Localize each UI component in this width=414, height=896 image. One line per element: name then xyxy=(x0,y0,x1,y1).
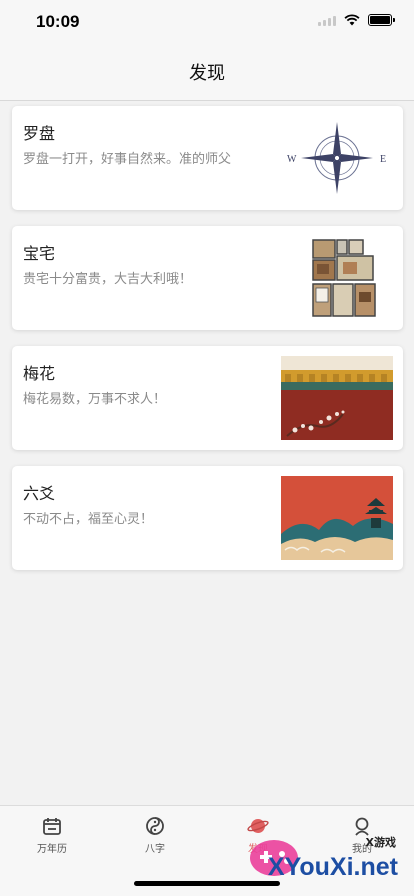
card-description: 不动不占，福至心灵！ xyxy=(23,512,154,527)
card-description: 梅花易数，万事不求人！ xyxy=(23,392,167,407)
signal-icon xyxy=(318,15,336,26)
status-time: 10:09 xyxy=(36,12,80,31)
card-liuyao[interactable]: 六爻 不动不占，福至心灵！ xyxy=(12,466,403,570)
card-description: 贵宅十分富贵，大吉大利哦！ xyxy=(23,272,193,287)
home-indicator xyxy=(134,881,280,886)
compass-label-w: W xyxy=(287,154,297,165)
tab-label: 八字 xyxy=(145,844,165,855)
landscape-image xyxy=(281,476,393,560)
card-title: 梅花 xyxy=(23,364,56,383)
card-title: 罗盘 xyxy=(23,124,56,143)
tab-calendar[interactable]: 万年历 xyxy=(12,816,92,855)
card-compass[interactable]: 罗盘 罗盘一打开，好事自然来。准的师父 W E xyxy=(12,106,403,210)
tab-label: 万年历 xyxy=(37,844,67,855)
palace-wall-image xyxy=(281,356,393,440)
card-title: 宝宅 xyxy=(23,244,56,263)
status-icons xyxy=(318,14,395,26)
compass-label-e: E xyxy=(380,154,386,165)
card-plum[interactable]: 梅花 梅花易数，万事不求人！ xyxy=(12,346,403,450)
wifi-icon xyxy=(344,14,360,26)
watermark-tagline: X游戏 xyxy=(365,836,396,849)
floor-plan-image xyxy=(281,236,393,320)
nav-bar: 发现 xyxy=(0,44,414,101)
watermark-brand: XYouXi.net xyxy=(267,853,398,881)
battery-icon xyxy=(368,14,395,26)
card-title: 六爻 xyxy=(23,484,56,503)
watermark: X游戏 XYouXi.net xyxy=(248,828,408,886)
yin-yang-icon xyxy=(146,817,164,835)
card-description: 罗盘一打开，好事自然来。准的师父 xyxy=(23,152,232,167)
tab-bazi[interactable]: 八字 xyxy=(115,816,195,855)
status-bar: 10:09 xyxy=(0,0,414,44)
compass-image: W E xyxy=(281,116,393,200)
page-title: 发现 xyxy=(189,63,225,84)
card-house[interactable]: 宝宅 贵宅十分富贵，大吉大利哦！ xyxy=(12,226,403,330)
calendar-icon xyxy=(43,818,61,835)
